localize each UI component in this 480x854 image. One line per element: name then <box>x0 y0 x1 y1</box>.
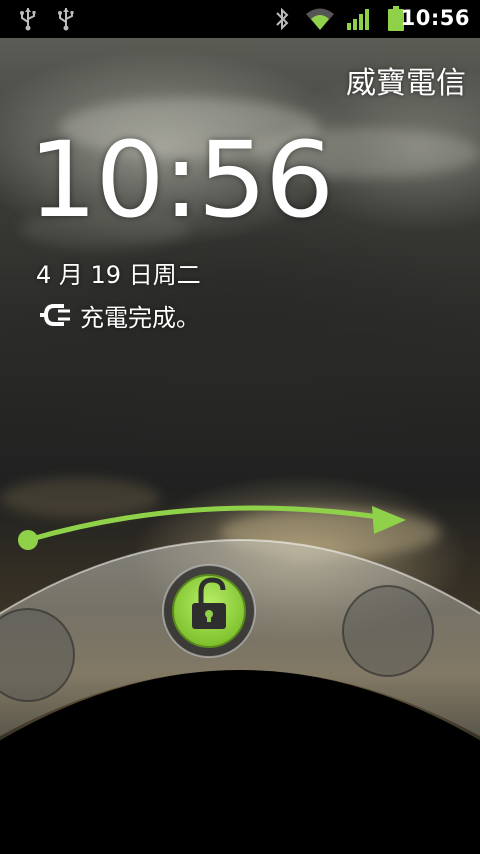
unlock-hint-arrow <box>25 505 388 543</box>
unlock-handle[interactable] <box>162 564 256 658</box>
unlock-slider[interactable] <box>0 0 480 854</box>
right-target[interactable] <box>342 585 434 677</box>
